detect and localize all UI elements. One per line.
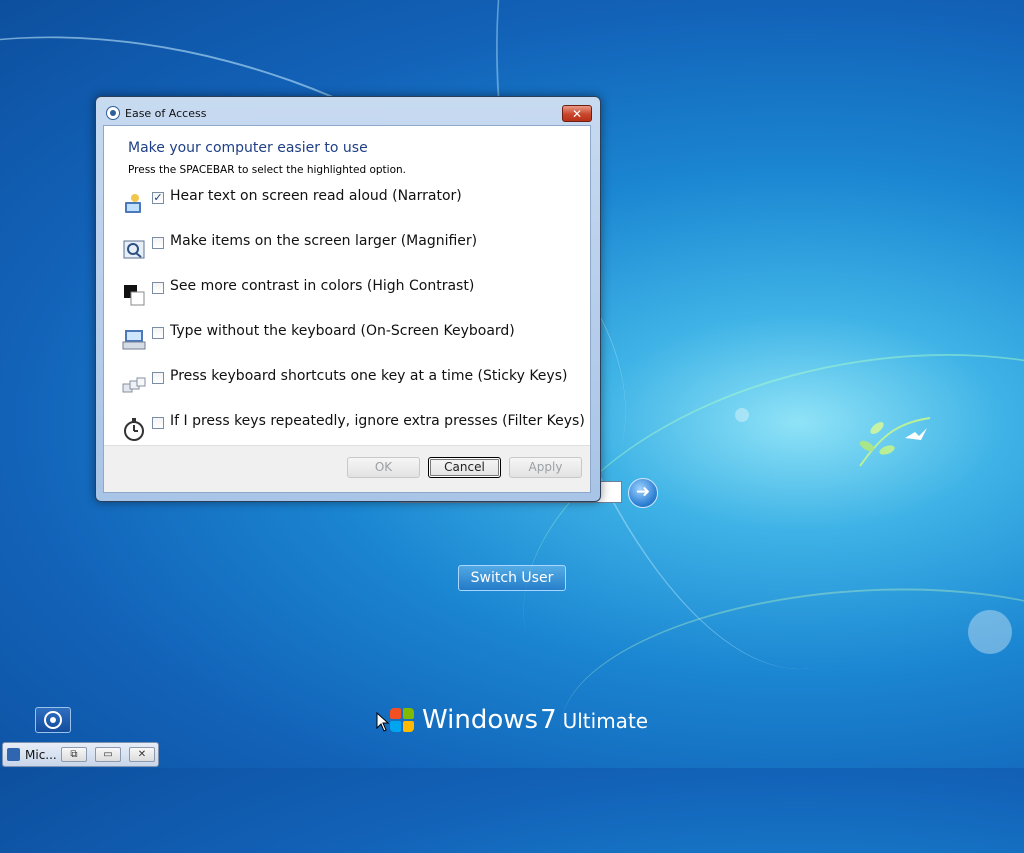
high-contrast-label[interactable]: See more contrast in colors (High Contra…: [170, 278, 474, 294]
sticky-keys-label[interactable]: Press keyboard shortcuts one key at a ti…: [170, 368, 567, 384]
dialog-heading: Make your computer easier to use: [128, 140, 368, 156]
narrator-icon: [122, 192, 146, 216]
filter-keys-label[interactable]: If I press keys repeatedly, ignore extra…: [170, 413, 585, 429]
ease-of-access-icon: [44, 711, 62, 729]
restore-button[interactable]: ⧉: [61, 747, 87, 762]
ease-of-access-button[interactable]: [35, 707, 71, 733]
option-high-contrast[interactable]: See more contrast in colors (High Contra…: [122, 278, 582, 312]
magnifier-label[interactable]: Make items on the screen larger (Magnifi…: [170, 233, 477, 249]
filter-keys-checkbox[interactable]: [152, 417, 164, 429]
brand-edition: Ultimate: [562, 709, 649, 733]
brand-version: 7: [540, 705, 557, 735]
option-magnifier[interactable]: Make items on the screen larger (Magnifi…: [122, 233, 582, 267]
sticky-keys-icon: [122, 372, 146, 396]
magnifier-checkbox[interactable]: [152, 237, 164, 249]
dialog-title: Ease of Access: [125, 107, 207, 120]
sticky-keys-checkbox[interactable]: [152, 372, 164, 384]
dialog-instruction: Press the SPACEBAR to select the highlig…: [128, 164, 406, 176]
option-on-screen-keyboard[interactable]: Type without the keyboard (On-Screen Key…: [122, 323, 582, 357]
magnifier-icon: [122, 237, 146, 261]
minimized-window[interactable]: Mic... ⧉ ▭ ✕: [2, 742, 159, 767]
ease-of-access-icon: [106, 106, 120, 120]
bird-branch-icon: [859, 417, 931, 467]
on-screen-keyboard-checkbox[interactable]: [152, 327, 164, 339]
close-button[interactable]: ✕: [562, 105, 592, 122]
option-filter-keys[interactable]: If I press keys repeatedly, ignore extra…: [122, 413, 585, 447]
brand-product: Windows: [422, 705, 539, 735]
ease-of-access-dialog: Ease of Access ✕ Make your computer easi…: [95, 96, 601, 502]
ok-button[interactable]: OK: [347, 457, 420, 478]
background-glow: [968, 610, 1012, 654]
maximize-button[interactable]: ▭: [95, 747, 121, 762]
filter-keys-icon: [122, 417, 146, 441]
switch-user-button[interactable]: Switch User: [458, 565, 566, 591]
background-glow: [735, 408, 749, 422]
submit-arrow-button[interactable]: ➜: [628, 478, 658, 508]
mouse-cursor-icon: [376, 712, 390, 732]
high-contrast-checkbox[interactable]: [152, 282, 164, 294]
narrator-checkbox[interactable]: ✓: [152, 192, 164, 204]
on-screen-keyboard-label[interactable]: Type without the keyboard (On-Screen Key…: [170, 323, 515, 339]
apply-button[interactable]: Apply: [509, 457, 582, 478]
option-sticky-keys[interactable]: Press keyboard shortcuts one key at a ti…: [122, 368, 582, 402]
close-window-button[interactable]: ✕: [129, 747, 155, 762]
minimized-window-title: Mic...: [25, 748, 57, 762]
dialog-titlebar[interactable]: Ease of Access ✕: [96, 97, 600, 125]
cancel-button[interactable]: Cancel: [428, 457, 501, 478]
windows-brand: Windows7 Ultimate: [422, 705, 648, 735]
on-screen-keyboard-icon: [122, 327, 146, 351]
windows-logo-icon: [390, 708, 416, 734]
app-icon: [7, 748, 20, 761]
high-contrast-icon: [122, 282, 146, 306]
narrator-label[interactable]: Hear text on screen read aloud (Narrator…: [170, 188, 462, 204]
option-narrator[interactable]: ✓ Hear text on screen read aloud (Narrat…: [122, 188, 582, 222]
dialog-footer: OK Cancel Apply: [104, 445, 590, 492]
dialog-content: Make your computer easier to use Press t…: [103, 125, 591, 493]
